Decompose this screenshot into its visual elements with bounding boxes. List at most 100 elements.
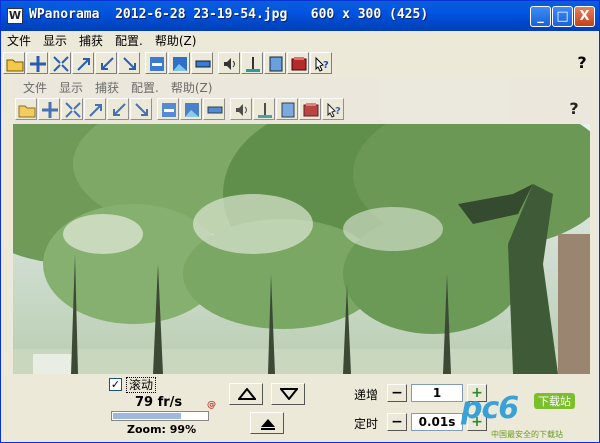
inner-menu-config: 配置. bbox=[131, 81, 159, 95]
zoom-in-icon bbox=[30, 56, 46, 72]
arrow-ne-button[interactable] bbox=[72, 52, 94, 74]
inner-arrow-se-button bbox=[130, 98, 152, 120]
inner-bar-button bbox=[203, 98, 225, 120]
scroll-top-button[interactable] bbox=[250, 412, 284, 434]
inner-book-button bbox=[299, 98, 321, 120]
arrow-ne-icon bbox=[89, 104, 102, 117]
increment-label: 递增 bbox=[354, 388, 379, 402]
triangle-down-icon bbox=[280, 388, 298, 400]
bar-icon bbox=[195, 60, 211, 68]
inner-open-folder-button bbox=[15, 98, 37, 120]
title-bar[interactable]: W WPanorama 2012-6-28 23-19-54.jpg 600 x… bbox=[1, 1, 599, 31]
panorama-image bbox=[13, 124, 590, 374]
inner-level-button bbox=[253, 98, 275, 120]
speed-slider[interactable] bbox=[111, 411, 209, 421]
triangle-up-icon bbox=[238, 388, 256, 400]
fit-image-button[interactable] bbox=[145, 52, 167, 74]
app-window: W WPanorama 2012-6-28 23-19-54.jpg 600 x… bbox=[0, 0, 600, 443]
open-folder-icon bbox=[6, 59, 24, 72]
menu-capture[interactable]: 捕获 bbox=[73, 31, 109, 51]
fit-image-icon bbox=[150, 57, 164, 71]
inner-zoom-out-button bbox=[61, 98, 83, 120]
zoom-out-icon bbox=[65, 102, 81, 118]
watermark-tag: 下载站 bbox=[534, 393, 575, 409]
inner-menu-capture: 捕获 bbox=[95, 81, 120, 95]
scroll-checkbox-label[interactable]: 滚动 bbox=[126, 377, 157, 393]
book-icon bbox=[303, 103, 319, 117]
timer-value[interactable]: 0.01s bbox=[411, 413, 463, 431]
inner-toolbar: ? ? bbox=[15, 98, 589, 122]
frame-button[interactable] bbox=[264, 52, 286, 74]
scroll-checkbox[interactable]: ✓ bbox=[109, 378, 122, 391]
scroll-down-button[interactable] bbox=[271, 383, 305, 405]
main-toolbar: ? ? bbox=[3, 52, 597, 76]
svg-text:?: ? bbox=[335, 106, 341, 117]
record-icon: @ bbox=[207, 400, 216, 410]
inner-arrow-sw-button bbox=[107, 98, 129, 120]
minimize-button[interactable]: _ bbox=[530, 6, 551, 27]
zoom-in-icon bbox=[42, 102, 58, 118]
level-icon bbox=[246, 57, 260, 72]
inner-image-button bbox=[180, 98, 202, 120]
increment-minus-button[interactable]: − bbox=[387, 384, 407, 402]
menu-view[interactable]: 显示 bbox=[37, 31, 73, 51]
menu-bar: 文件 显示 捕获 配置. 帮助(Z) bbox=[1, 31, 599, 51]
menu-config[interactable]: 配置. bbox=[109, 31, 149, 51]
speaker-icon bbox=[236, 104, 247, 116]
watermark-logo: pc6 bbox=[461, 391, 519, 426]
bar-button[interactable] bbox=[191, 52, 213, 74]
level-icon bbox=[258, 103, 272, 118]
bar-icon bbox=[207, 106, 223, 114]
book-icon bbox=[291, 57, 307, 71]
inner-ghost-panel: 文件 显示 捕获 配置. 帮助(Z) ? ? bbox=[13, 78, 591, 124]
triangle-up-bar-icon bbox=[261, 419, 275, 430]
inner-fit-image-button bbox=[157, 98, 179, 120]
arrow-ne-icon bbox=[77, 58, 90, 71]
maximize-button[interactable]: □ bbox=[552, 6, 573, 27]
svg-text:?: ? bbox=[323, 60, 329, 71]
help-cursor-icon: ? bbox=[315, 56, 329, 72]
arrow-sw-icon bbox=[101, 57, 114, 70]
inner-menu-file: 文件 bbox=[23, 81, 48, 95]
arrow-se-icon bbox=[123, 57, 136, 70]
watermark-subtitle: 中国最安全的下载站 bbox=[491, 430, 563, 439]
open-folder-button[interactable] bbox=[3, 52, 25, 74]
zoom-in-button[interactable] bbox=[26, 52, 48, 74]
frame-icon bbox=[269, 56, 283, 72]
speaker-button[interactable] bbox=[218, 52, 240, 74]
inner-frame-button bbox=[276, 98, 298, 120]
close-button[interactable]: X bbox=[574, 6, 595, 27]
help-cursor-button[interactable]: ? bbox=[310, 52, 332, 74]
increment-value[interactable]: 1 bbox=[411, 384, 463, 402]
fps-readout: 79 fr/s bbox=[135, 395, 183, 410]
panorama-view[interactable] bbox=[13, 124, 590, 374]
frame-icon bbox=[281, 102, 295, 118]
image-button[interactable] bbox=[168, 52, 190, 74]
image-icon bbox=[173, 57, 187, 71]
inner-help-cursor-button: ? bbox=[322, 98, 344, 120]
speaker-icon bbox=[224, 58, 235, 70]
arrow-se-icon bbox=[135, 103, 148, 116]
image-icon bbox=[185, 103, 199, 117]
level-button[interactable] bbox=[241, 52, 263, 74]
app-icon[interactable]: W bbox=[7, 8, 23, 24]
zoom-out-icon bbox=[53, 56, 69, 72]
timer-minus-button[interactable]: − bbox=[387, 413, 407, 431]
scroll-up-button[interactable] bbox=[229, 383, 263, 405]
inner-zoom-in-button bbox=[38, 98, 60, 120]
inner-speaker-button bbox=[230, 98, 252, 120]
menu-file[interactable]: 文件 bbox=[1, 31, 37, 51]
inner-menu-help: 帮助(Z) bbox=[170, 81, 213, 95]
inner-arrow-ne-button bbox=[84, 98, 106, 120]
inner-menu-view: 显示 bbox=[59, 81, 84, 95]
fit-image-icon bbox=[162, 103, 176, 117]
book-button[interactable] bbox=[287, 52, 309, 74]
inner-help-button: ? bbox=[569, 99, 579, 118]
zoom-readout: Zoom: 99% bbox=[127, 423, 197, 436]
menu-help[interactable]: 帮助(Z) bbox=[149, 31, 203, 51]
arrow-se-button[interactable] bbox=[118, 52, 140, 74]
help-button[interactable]: ? bbox=[571, 52, 593, 74]
arrow-sw-icon bbox=[113, 103, 126, 116]
zoom-out-button[interactable] bbox=[49, 52, 71, 74]
arrow-sw-button[interactable] bbox=[95, 52, 117, 74]
